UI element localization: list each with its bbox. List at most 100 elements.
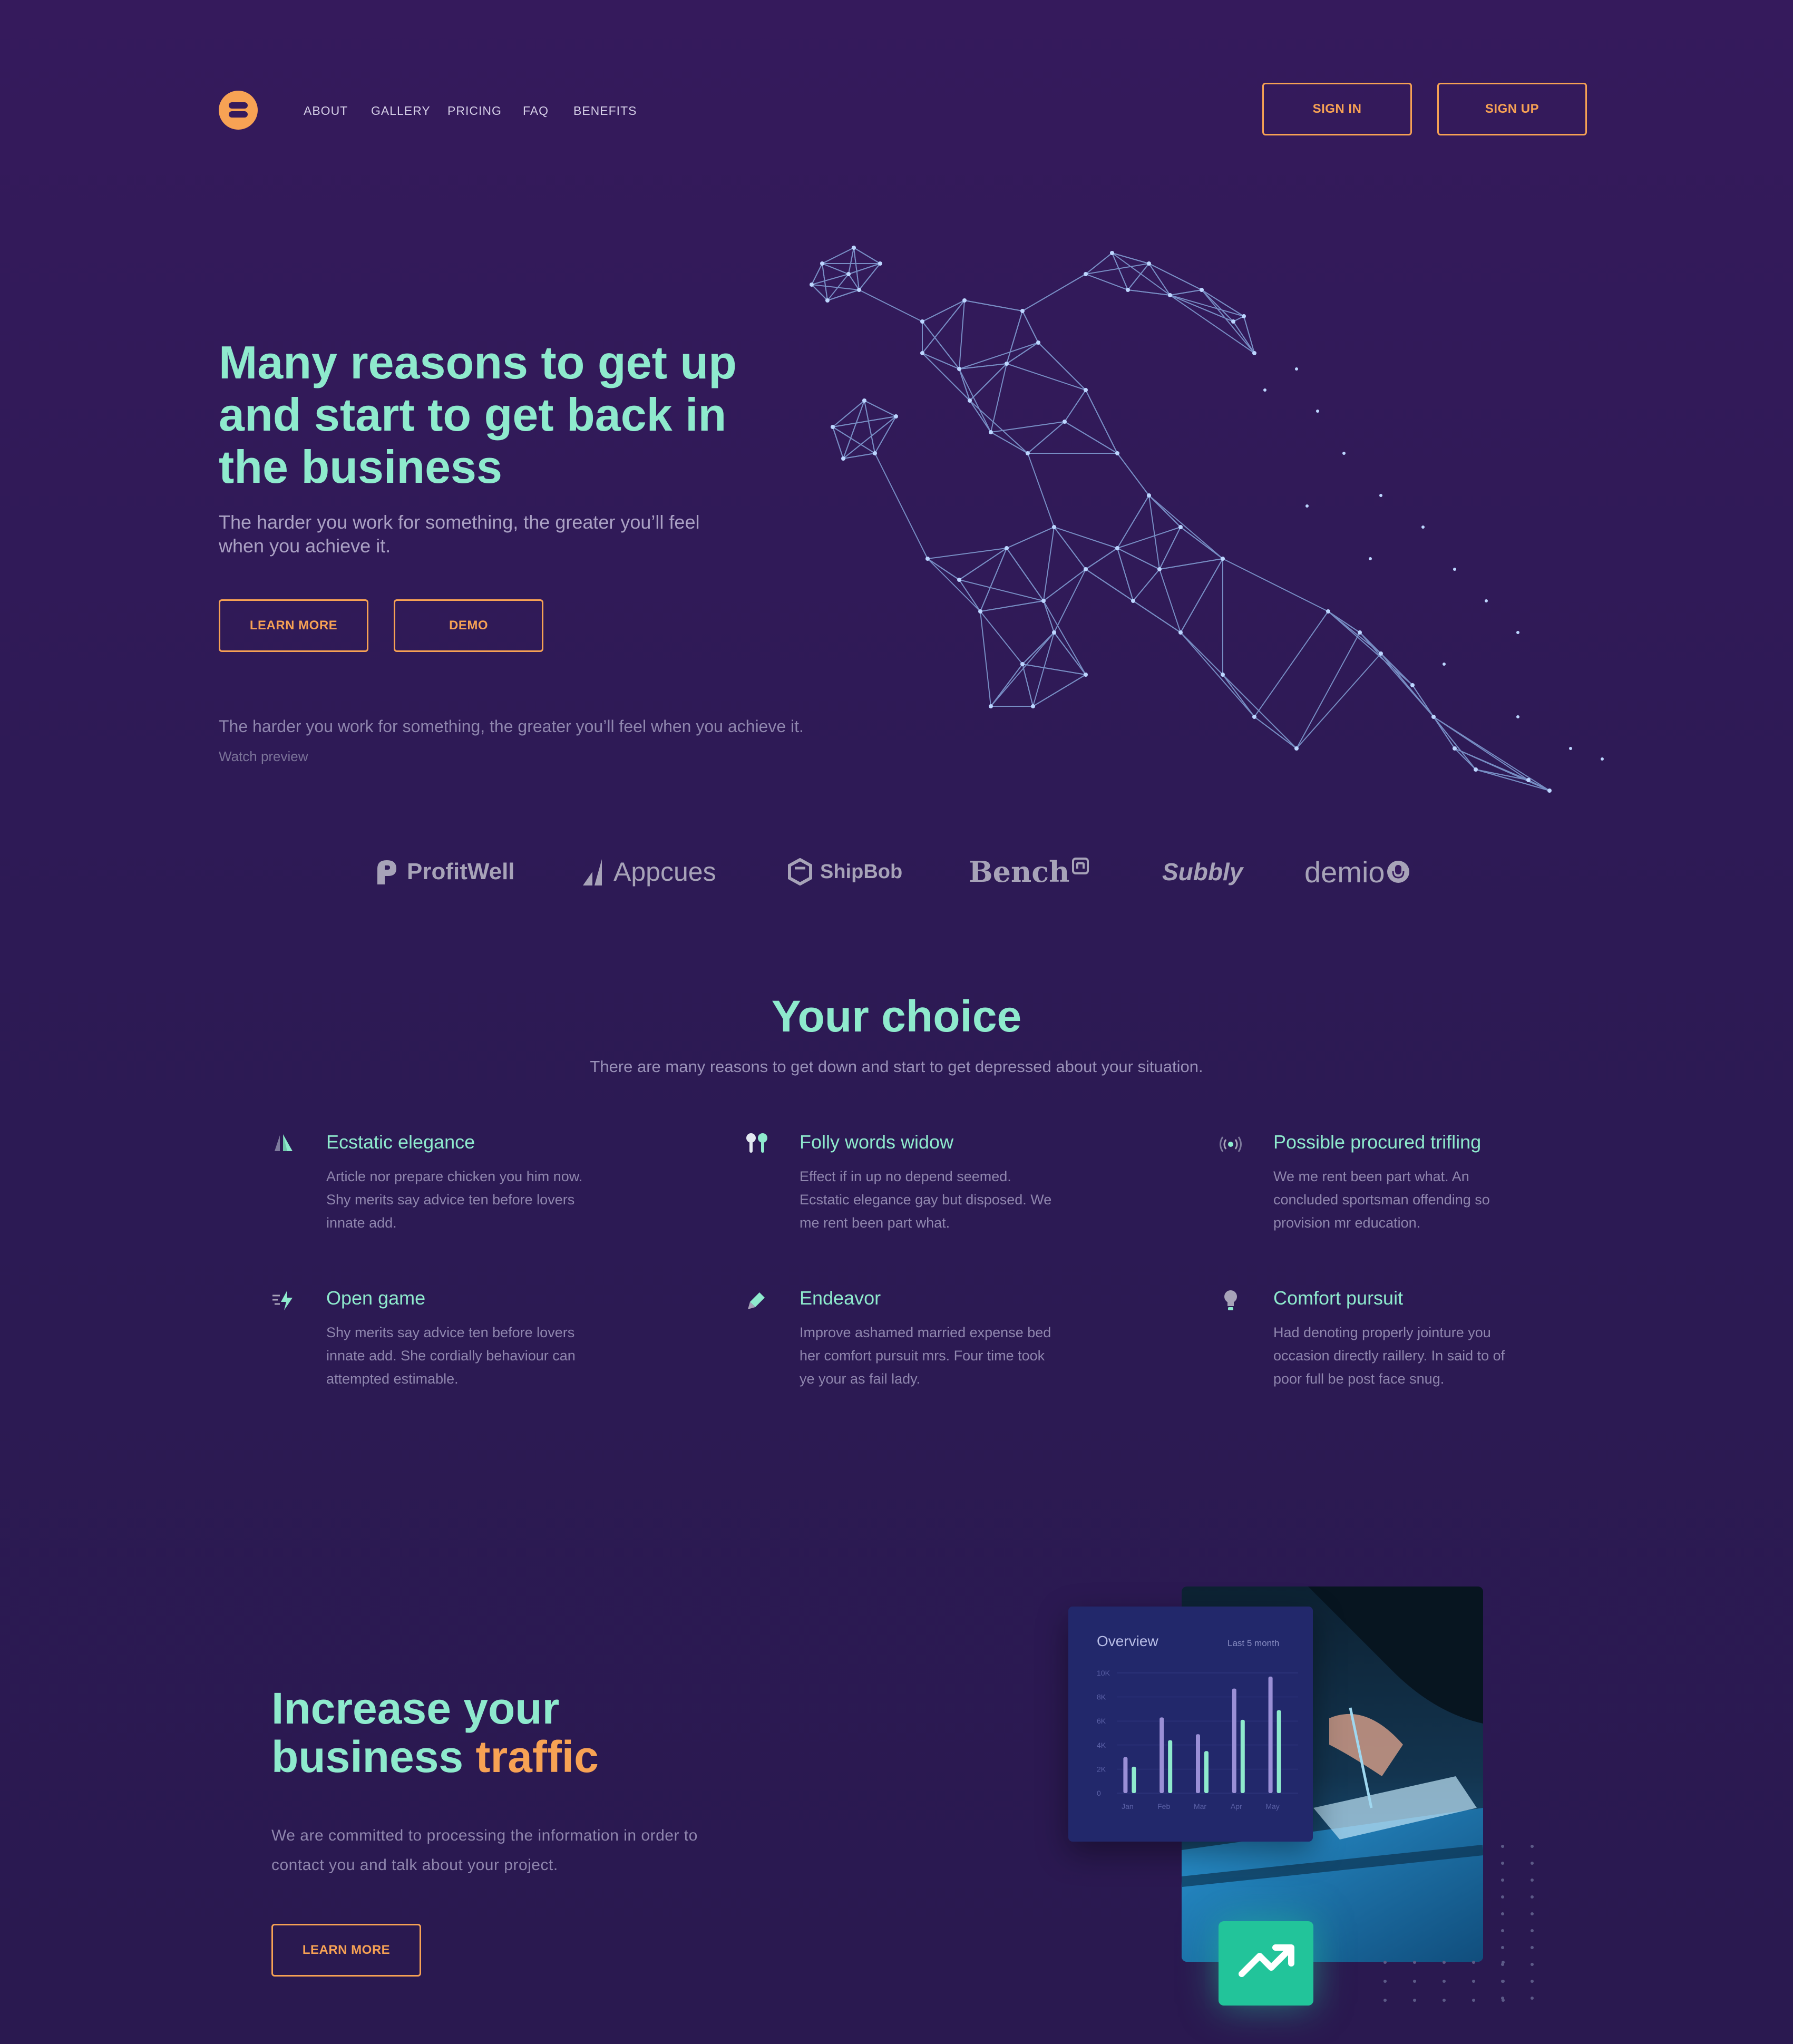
mesh-line — [1180, 558, 1223, 633]
decorative-dot — [1413, 1999, 1416, 2002]
hero-title: Many reasons to get up and start to get … — [219, 336, 737, 493]
mesh-line — [1027, 453, 1055, 528]
mesh-line — [1006, 363, 1086, 391]
mesh-node — [1526, 778, 1531, 782]
sign-in-button[interactable]: SIGN IN — [1262, 83, 1412, 135]
decorative-dot — [1531, 1963, 1534, 1966]
mesh-node — [978, 609, 982, 614]
pen-icon — [748, 1292, 765, 1309]
mesh-particle — [1369, 557, 1372, 560]
brand-logo[interactable] — [219, 91, 258, 130]
mesh-particle — [1453, 568, 1456, 571]
mesh-node — [846, 272, 851, 276]
chart-bar — [1196, 1734, 1200, 1793]
mesh-node — [962, 298, 967, 303]
mesh-line — [1222, 558, 1329, 612]
mesh-line — [1117, 548, 1134, 601]
mesh-line — [874, 453, 928, 559]
decorative-dot — [1531, 1862, 1534, 1865]
decorative-dot — [1501, 1929, 1504, 1932]
mesh-line — [1170, 295, 1234, 322]
choice-subtitle: There are many reasons to get down and s… — [590, 1057, 1203, 1076]
nav-link-about[interactable]: ABOUT — [304, 102, 348, 119]
mesh-line — [1254, 611, 1329, 717]
mesh-node — [1252, 351, 1256, 355]
mesh-particle — [1305, 504, 1309, 508]
mesh-node — [1474, 767, 1478, 772]
nav-link-faq[interactable]: FAQ — [523, 102, 549, 119]
traffic-learn-more-button[interactable]: LEARN MORE — [271, 1924, 421, 1977]
mesh-node — [894, 414, 898, 418]
mesh-node — [920, 351, 924, 355]
mesh-line — [1159, 569, 1181, 633]
watch-preview-link[interactable]: Watch preview — [219, 748, 308, 765]
mesh-node — [989, 430, 993, 434]
mesh-node — [1026, 451, 1030, 455]
mesh-node — [1115, 546, 1119, 550]
mesh-line — [1201, 289, 1244, 317]
nav-link-gallery[interactable]: GALLERY — [371, 102, 431, 119]
mesh-particle — [1421, 525, 1425, 529]
mesh-particle — [1295, 367, 1298, 371]
mesh-line — [1296, 632, 1360, 749]
chart-bar — [1268, 1676, 1273, 1793]
mesh-line — [969, 363, 1007, 401]
mesh-line — [1433, 716, 1476, 770]
mesh-line — [1254, 716, 1297, 749]
mesh-node — [1005, 546, 1009, 550]
mesh-line — [969, 400, 1028, 454]
mesh-node — [1084, 567, 1088, 571]
mesh-line — [1359, 632, 1413, 686]
hero-demo-button[interactable]: DEMO — [394, 599, 543, 652]
mesh-node — [1031, 704, 1035, 708]
mesh-line — [1148, 495, 1223, 559]
x-tick-label: Jan — [1122, 1802, 1134, 1811]
mesh-node — [825, 298, 830, 303]
mesh-line — [1454, 748, 1550, 791]
mesh-line — [864, 400, 897, 417]
y-tick-label: 2K — [1097, 1765, 1106, 1773]
decorative-dot — [1383, 1980, 1387, 1983]
mesh-line — [1201, 289, 1255, 354]
decorative-dot — [1531, 1929, 1534, 1932]
mesh-line — [980, 600, 1044, 612]
feature-title: Ecstatic elegance — [326, 1131, 475, 1153]
chart-bar — [1232, 1688, 1236, 1793]
feature-description: Shy merits say advice ten before lovers … — [326, 1325, 576, 1387]
demio-mark-icon — [1387, 861, 1409, 883]
mesh-node — [1221, 673, 1225, 677]
profitwell-mark-icon — [377, 860, 396, 884]
decorative-dot — [1502, 1961, 1505, 1964]
mesh-line — [864, 400, 875, 454]
y-tick-label: 10K — [1097, 1669, 1110, 1677]
bench-mark-icon — [1072, 858, 1089, 874]
mesh-line — [927, 558, 960, 580]
mesh-node — [873, 451, 877, 455]
mesh-node — [1547, 789, 1552, 793]
hero-note: The harder you work for something, the g… — [219, 717, 804, 736]
feature-title: Possible procured trifling — [1273, 1131, 1482, 1153]
y-tick-label: 0 — [1097, 1789, 1101, 1797]
partner-name: demio — [1304, 855, 1385, 889]
partner-name: Subbly — [1162, 858, 1243, 885]
mesh-line — [922, 321, 960, 369]
nav-link-pricing[interactable]: PRICING — [447, 102, 502, 119]
overview-chart-card: Overview Last 5 month 10K 8K 6K 4K 2K 0 Jan Feb… — [1068, 1607, 1313, 1842]
mesh-line — [822, 263, 828, 301]
mesh-line — [1170, 289, 1202, 296]
chart-bar — [1240, 1719, 1245, 1793]
mesh-line — [1022, 274, 1086, 312]
mesh-line — [1180, 632, 1223, 675]
nav-link-benefits[interactable]: BENEFITS — [573, 102, 637, 119]
decorative-dot — [1531, 1980, 1534, 1983]
mesh-line — [980, 611, 991, 707]
decorative-dot — [1443, 1999, 1446, 2002]
mesh-line — [990, 664, 1023, 707]
chart-bar — [1132, 1766, 1136, 1793]
trending-up-icon — [1239, 1944, 1294, 1977]
chart-bar — [1204, 1751, 1209, 1793]
overview-bar-chart: 10K 8K 6K 4K 2K 0 Jan Feb Mar Apr May — [1097, 1669, 1298, 1811]
hero-learn-more-button[interactable]: LEARN MORE — [219, 599, 368, 652]
sign-up-button[interactable]: SIGN UP — [1437, 83, 1587, 135]
mesh-node — [878, 261, 882, 266]
